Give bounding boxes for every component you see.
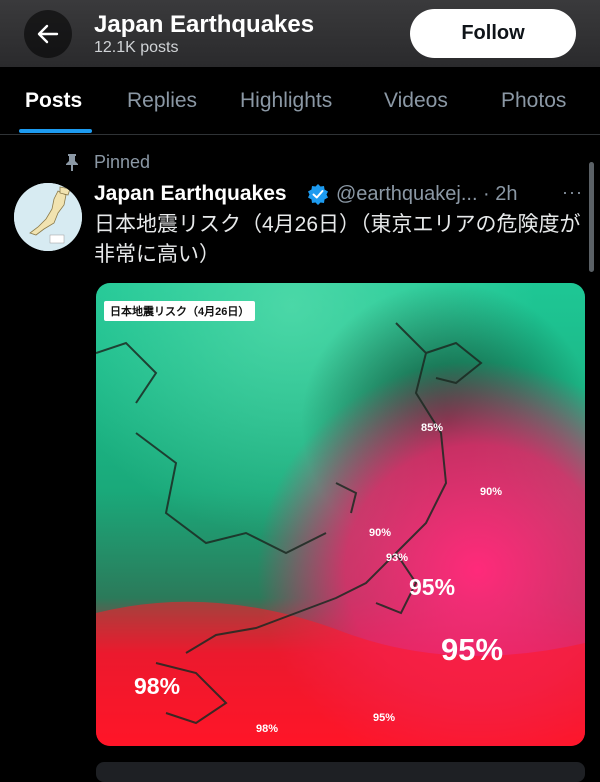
risk-percentage: 95%: [441, 632, 504, 667]
tab-posts[interactable]: Posts: [25, 89, 82, 113]
post-handle-time[interactable]: @earthquakej... · 2h: [336, 183, 518, 206]
back-button[interactable]: [24, 10, 72, 58]
next-post-preview: [96, 762, 585, 782]
tab-highlights[interactable]: Highlights: [240, 89, 332, 113]
tab-replies[interactable]: Replies: [127, 89, 197, 113]
post-author-name[interactable]: Japan Earthquakes: [94, 182, 287, 206]
profile-header: Japan Earthquakes 12.1K posts Follow: [0, 0, 600, 67]
risk-percentage: 90%: [369, 527, 392, 539]
risk-percentage: 98%: [134, 673, 181, 699]
verified-badge-icon: [308, 184, 328, 205]
profile-name: Japan Earthquakes: [94, 11, 315, 38]
map-title-label: 日本地震リスク（4月26日）: [104, 301, 256, 321]
japan-map-avatar-icon: [14, 183, 82, 251]
pin-icon: [66, 154, 78, 171]
risk-percentage: 93%: [386, 552, 409, 564]
risk-percentage: 90%: [480, 486, 503, 498]
risk-percentage: 85%: [421, 422, 444, 434]
follow-button[interactable]: Follow: [410, 9, 576, 58]
active-tab-indicator: [19, 129, 92, 133]
post-text: 日本地震リスク（4月26日）（東京エリアの危険度が非常に高い）: [94, 213, 581, 266]
risk-percentage: 98%: [256, 723, 279, 735]
post-image[interactable]: 日本地震リスク（4月26日） 85% 90% 90% 93% 95% 95% 9…: [96, 283, 585, 746]
back-arrow-icon: [37, 24, 59, 44]
profile-tabs: Posts Replies Highlights Videos Photos: [0, 67, 600, 135]
tab-photos[interactable]: Photos: [501, 89, 566, 113]
avatar[interactable]: [14, 183, 82, 251]
more-options-icon[interactable]: ···: [562, 182, 583, 203]
risk-percentage: 95%: [409, 574, 456, 600]
scrollbar[interactable]: [589, 162, 594, 272]
post-count: 12.1K posts: [94, 39, 179, 56]
tab-videos[interactable]: Videos: [384, 89, 448, 113]
risk-percentage: 95%: [373, 712, 396, 724]
pinned-label: Pinned: [94, 152, 151, 172]
